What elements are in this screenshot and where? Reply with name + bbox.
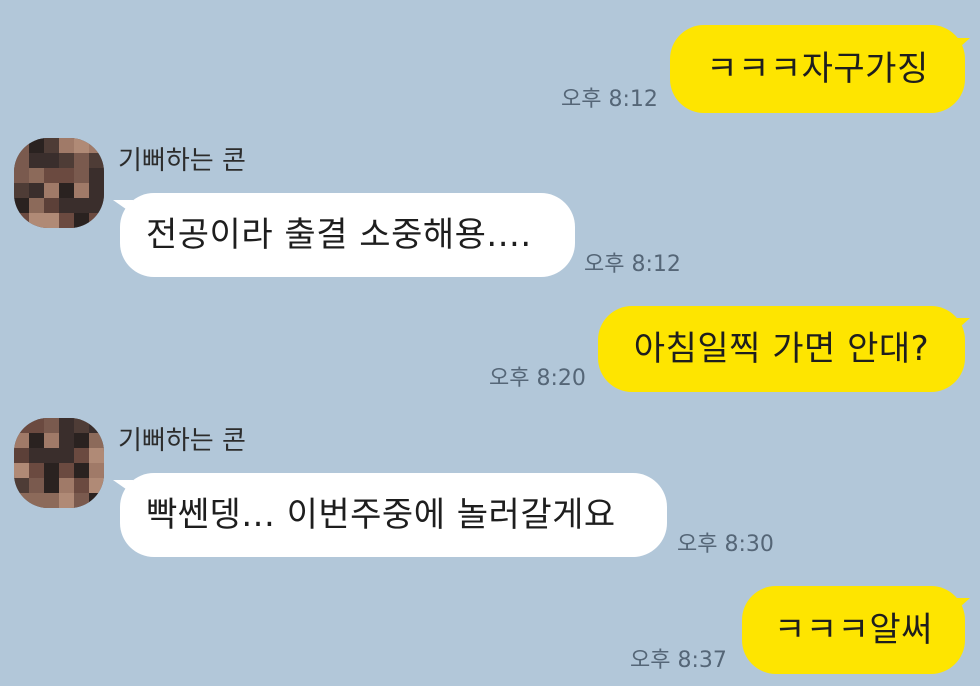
avatar-mosaic-tile: [44, 198, 59, 213]
avatar-mosaic-tile: [14, 478, 29, 493]
avatar-mosaic-tile: [29, 418, 44, 433]
avatar-mosaic-tile: [89, 183, 104, 198]
avatar-mosaic-tile: [44, 478, 59, 493]
avatar-mosaic-tile: [89, 213, 104, 228]
avatar-mosaic-tile: [89, 448, 104, 463]
sender-avatar[interactable]: [14, 418, 104, 508]
avatar-mosaic-tile: [14, 198, 29, 213]
my-message-bubble[interactable]: 아침일찍 가면 안대?: [598, 306, 965, 392]
their-message-bubble[interactable]: 빡쎈뎅... 이번주중에 놀러갈게요: [120, 473, 667, 557]
avatar-mosaic-tile: [89, 478, 104, 493]
avatar-mosaic-tile: [74, 433, 89, 448]
message-text: 빡쎈뎅... 이번주중에 놀러갈게요: [146, 495, 616, 535]
avatar-mosaic-tile: [89, 493, 104, 508]
avatar-mosaic-tile: [89, 153, 104, 168]
avatar-mosaic-tile: [89, 168, 104, 183]
avatar-mosaic-tile: [59, 478, 74, 493]
message-time: 오후 8:12: [584, 252, 681, 277]
avatar-mosaic-tile: [44, 418, 59, 433]
avatar-mosaic-tile: [44, 433, 59, 448]
avatar-mosaic-tile: [74, 418, 89, 433]
avatar-mosaic-tile: [29, 183, 44, 198]
message-text: 전공이라 출결 소중해용....: [146, 215, 532, 255]
avatar-mosaic-tile: [29, 463, 44, 478]
avatar-mosaic-tile: [29, 493, 44, 508]
message-text: 아침일찍 가면 안대?: [633, 329, 930, 369]
avatar-mosaic-tile: [59, 213, 74, 228]
avatar-mosaic-tile: [14, 463, 29, 478]
my-message-bubble[interactable]: ㅋㅋㅋ알써: [742, 586, 965, 674]
avatar-mosaic-tile: [44, 463, 59, 478]
bubble-tail: [950, 318, 970, 336]
avatar-mosaic-tile: [14, 168, 29, 183]
avatar-mosaic-tile: [74, 463, 89, 478]
avatar-mosaic-tile: [14, 433, 29, 448]
avatar-mosaic-tile: [89, 198, 104, 213]
avatar-mosaic-tile: [14, 418, 29, 433]
avatar-mosaic-tile: [14, 213, 29, 228]
avatar-mosaic-tile: [44, 213, 59, 228]
avatar-mosaic-tile: [74, 448, 89, 463]
avatar-mosaic-tile: [59, 493, 74, 508]
avatar-mosaic-tile: [44, 493, 59, 508]
message-time: 오후 8:12: [561, 87, 658, 112]
bubble-tail: [950, 38, 970, 56]
message-text: ㅋㅋㅋ자구가징: [706, 49, 929, 89]
avatar-mosaic-tile: [29, 153, 44, 168]
avatar-mosaic-tile: [59, 138, 74, 153]
avatar-mosaic-tile: [29, 138, 44, 153]
sender-name: 기뻐하는 콘: [118, 426, 246, 456]
avatar-mosaic-tile: [44, 153, 59, 168]
chat-window[interactable]: ㅋㅋㅋ자구가징 오후 8:12 기뻐하는 콘 전공이라 출결 소중해용.... …: [0, 0, 980, 686]
avatar-mosaic-tile: [14, 448, 29, 463]
message-time: 오후 8:37: [630, 648, 727, 673]
sender-name: 기뻐하는 콘: [118, 146, 246, 176]
avatar-mosaic-tile: [14, 183, 29, 198]
message-time: 오후 8:20: [489, 366, 586, 391]
avatar-mosaic-tile: [74, 198, 89, 213]
message-time: 오후 8:30: [677, 532, 774, 557]
avatar-mosaic-tile: [89, 463, 104, 478]
avatar-mosaic-tile: [74, 478, 89, 493]
avatar-mosaic-tile: [29, 198, 44, 213]
avatar-mosaic-tile: [89, 138, 104, 153]
avatar-mosaic-tile: [44, 168, 59, 183]
avatar-mosaic-tile: [59, 198, 74, 213]
avatar-mosaic-tile: [74, 168, 89, 183]
avatar-mosaic-tile: [89, 418, 104, 433]
avatar-mosaic-tile: [29, 448, 44, 463]
avatar-mosaic-tile: [59, 153, 74, 168]
avatar-mosaic-tile: [59, 168, 74, 183]
avatar-mosaic-tile: [44, 448, 59, 463]
avatar-mosaic-tile: [29, 433, 44, 448]
avatar-mosaic-tile: [74, 153, 89, 168]
avatar-mosaic-tile: [74, 213, 89, 228]
avatar-mosaic-tile: [59, 448, 74, 463]
their-message-bubble[interactable]: 전공이라 출결 소중해용....: [120, 193, 575, 277]
avatar-mosaic-tile: [14, 153, 29, 168]
avatar-mosaic-tile: [74, 138, 89, 153]
my-message-bubble[interactable]: ㅋㅋㅋ자구가징: [670, 25, 965, 113]
avatar-mosaic-tile: [59, 183, 74, 198]
avatar-mosaic-tile: [44, 183, 59, 198]
avatar-mosaic-tile: [14, 493, 29, 508]
avatar-mosaic-tile: [89, 433, 104, 448]
message-text: ㅋㅋㅋ알써: [774, 610, 933, 650]
avatar-mosaic-tile: [44, 138, 59, 153]
avatar-mosaic-tile: [29, 213, 44, 228]
avatar-mosaic-tile: [29, 478, 44, 493]
avatar-mosaic-tile: [59, 418, 74, 433]
avatar-mosaic-tile: [74, 493, 89, 508]
avatar-mosaic-tile: [59, 463, 74, 478]
sender-avatar[interactable]: [14, 138, 104, 228]
avatar-mosaic-tile: [59, 433, 74, 448]
avatar-mosaic-tile: [74, 183, 89, 198]
bubble-tail: [950, 598, 970, 616]
avatar-mosaic-tile: [14, 138, 29, 153]
avatar-mosaic-tile: [29, 168, 44, 183]
